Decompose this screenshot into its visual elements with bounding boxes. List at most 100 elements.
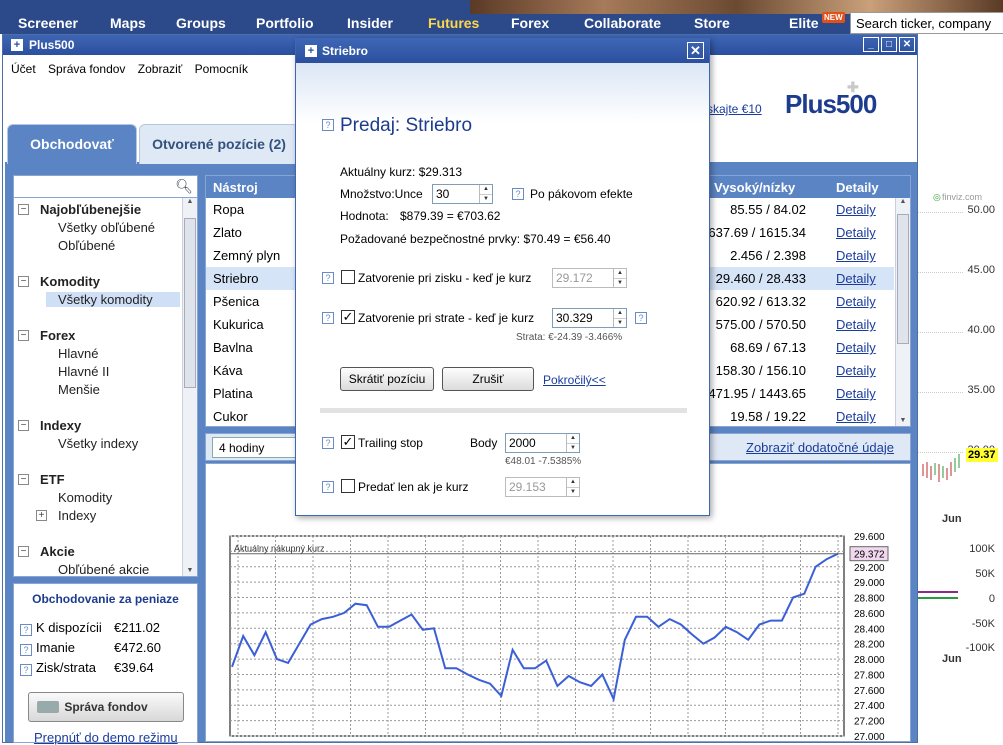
collapse-icon[interactable]: −	[18, 330, 29, 341]
close-icon[interactable]: ✕	[899, 37, 915, 52]
minimize-icon[interactable]: _	[863, 37, 879, 52]
manage-funds-button[interactable]: Správa fondov	[28, 692, 184, 722]
stepper-buttons[interactable]: ▲ ▼	[566, 478, 579, 496]
tab-open-positions[interactable]: Otvorené pozície (2)	[139, 124, 299, 164]
menu-funds[interactable]: Správa fondov	[48, 62, 125, 76]
stop-loss-checkbox[interactable]: ✓	[341, 310, 355, 324]
collapse-icon[interactable]: −	[18, 546, 29, 557]
menu-account[interactable]: Účet	[11, 62, 36, 76]
menu-help[interactable]: Pomocník	[195, 62, 248, 76]
bonus-link[interactable]: skajte €10	[707, 102, 762, 116]
help-icon[interactable]: ?	[322, 119, 334, 131]
help-icon[interactable]: ?	[20, 644, 32, 656]
sidebar-item-etf-indices[interactable]: Indexy	[58, 508, 96, 523]
category-indices[interactable]: Indexy	[40, 418, 81, 433]
points-stepper[interactable]: 2000 ▲ ▼	[505, 433, 580, 453]
sidebar-item-all-indices[interactable]: Všetky indexy	[58, 436, 138, 451]
sidebar-item-all-favorites[interactable]: Všetky obľúbené	[58, 220, 155, 235]
stepper-buttons[interactable]: ▲ ▼	[613, 309, 626, 327]
sidebar-item-all-commodities[interactable]: Všetky komodity	[46, 292, 180, 307]
sidebar-item-etf-commodities[interactable]: Komodity	[58, 490, 112, 505]
collapse-icon[interactable]: −	[18, 276, 29, 287]
stepper-down-icon[interactable]: ▼	[614, 318, 626, 327]
details-link[interactable]: Detaily	[836, 363, 876, 378]
dialog-close-icon[interactable]: ✕	[687, 42, 704, 59]
nav-portfolio[interactable]: Portfolio	[256, 15, 314, 31]
sell-only-stepper[interactable]: 29.153 ▲ ▼	[505, 477, 580, 497]
stepper-buttons[interactable]: ▲ ▼	[613, 269, 626, 287]
col-instrument[interactable]: Nástroj	[213, 180, 258, 195]
tab-trade[interactable]: Obchodovať	[7, 124, 137, 164]
ticker-search-input[interactable]: Search ticker, company	[850, 12, 1003, 34]
nav-insider[interactable]: Insider	[347, 15, 393, 31]
details-link[interactable]: Detaily	[836, 386, 876, 401]
take-profit-stepper[interactable]: 29.172 ▲ ▼	[552, 268, 627, 288]
trailing-stop-checkbox[interactable]: ✓	[341, 435, 355, 449]
sidebar-item-major-ii[interactable]: Hlavné II	[58, 364, 109, 379]
collapse-icon[interactable]: −	[18, 474, 29, 485]
help-icon[interactable]: ?	[20, 664, 32, 676]
stepper-buttons[interactable]: ▲ ▼	[479, 185, 492, 203]
stop-loss-stepper[interactable]: 30.329 ▲ ▼	[552, 308, 627, 328]
stepper-down-icon[interactable]: ▼	[480, 194, 492, 203]
help-icon[interactable]: ?	[322, 437, 334, 449]
details-link[interactable]: Detaily	[836, 271, 876, 286]
instrument-search-input[interactable]: 🔍︎	[14, 176, 197, 198]
sidebar-scroll-thumb[interactable]	[184, 218, 196, 388]
nav-groups[interactable]: Groups	[176, 15, 226, 31]
nav-forex[interactable]: Forex	[511, 15, 549, 31]
help-icon[interactable]: ?	[322, 312, 334, 324]
stepper-up-icon[interactable]: ▲	[567, 434, 579, 443]
help-icon[interactable]: ?	[322, 272, 334, 284]
stepper-up-icon[interactable]: ▲	[567, 478, 579, 487]
nav-collaborate[interactable]: Collaborate	[584, 15, 661, 31]
table-scrollbar[interactable]: ▲ ▼	[895, 198, 910, 426]
details-link[interactable]: Detaily	[836, 248, 876, 263]
quantity-stepper[interactable]: 30 ▲ ▼	[432, 184, 493, 204]
help-icon[interactable]: ?	[635, 312, 647, 324]
period-select[interactable]: 4 hodiny	[212, 437, 302, 458]
stepper-up-icon[interactable]: ▲	[480, 185, 492, 194]
col-details[interactable]: Detaily	[836, 180, 879, 195]
collapse-icon[interactable]: −	[18, 420, 29, 431]
advanced-link[interactable]: Pokročilý<<	[543, 373, 606, 387]
sidebar-item-favorite-stocks[interactable]: Obľúbené akcie	[58, 562, 149, 577]
sidebar-item-minor[interactable]: Menšie	[58, 382, 100, 397]
search-icon[interactable]: 🔍︎	[175, 178, 193, 195]
help-icon[interactable]: ?	[20, 624, 32, 636]
maximize-icon[interactable]: □	[881, 37, 897, 52]
nav-maps[interactable]: Maps	[110, 15, 146, 31]
take-profit-checkbox[interactable]	[341, 270, 355, 284]
shorten-position-button[interactable]: Skrátiť pozíciu	[340, 367, 434, 391]
stepper-up-icon[interactable]: ▲	[614, 269, 626, 278]
nav-store[interactable]: Store	[694, 15, 730, 31]
nav-elite[interactable]: Elite	[789, 15, 819, 31]
menu-view[interactable]: Zobraziť	[138, 62, 183, 76]
stepper-down-icon[interactable]: ▼	[567, 487, 579, 496]
table-scroll-thumb[interactable]	[897, 214, 909, 344]
category-etf[interactable]: ETF	[40, 472, 65, 487]
stepper-up-icon[interactable]: ▲	[614, 309, 626, 318]
sidebar-item-major[interactable]: Hlavné	[58, 346, 98, 361]
stepper-down-icon[interactable]: ▼	[614, 278, 626, 287]
category-forex[interactable]: Forex	[40, 328, 75, 343]
scroll-up-icon[interactable]: ▲	[183, 198, 197, 205]
cancel-button[interactable]: Zrušiť	[442, 367, 534, 391]
help-icon[interactable]: ?	[512, 188, 524, 200]
nav-futures[interactable]: Futures	[428, 15, 479, 31]
sell-only-checkbox[interactable]	[341, 479, 355, 493]
scroll-up-icon[interactable]: ▲	[896, 198, 910, 205]
category-stocks[interactable]: Akcie	[40, 544, 75, 559]
sidebar-scrollbar[interactable]: ▲ ▼	[182, 198, 197, 576]
col-high-low[interactable]: Vysoký/nízky	[714, 180, 795, 195]
collapse-icon[interactable]: −	[18, 204, 29, 215]
details-link[interactable]: Detaily	[836, 202, 876, 217]
details-link[interactable]: Detaily	[836, 409, 876, 424]
category-favorites[interactable]: Najobľúbenejšie	[40, 202, 141, 217]
stepper-down-icon[interactable]: ▼	[567, 443, 579, 452]
scroll-down-icon[interactable]: ▼	[896, 417, 910, 424]
expand-icon[interactable]: +	[36, 510, 47, 521]
scroll-down-icon[interactable]: ▼	[183, 567, 197, 574]
details-link[interactable]: Detaily	[836, 225, 876, 240]
stepper-buttons[interactable]: ▲ ▼	[566, 434, 579, 452]
